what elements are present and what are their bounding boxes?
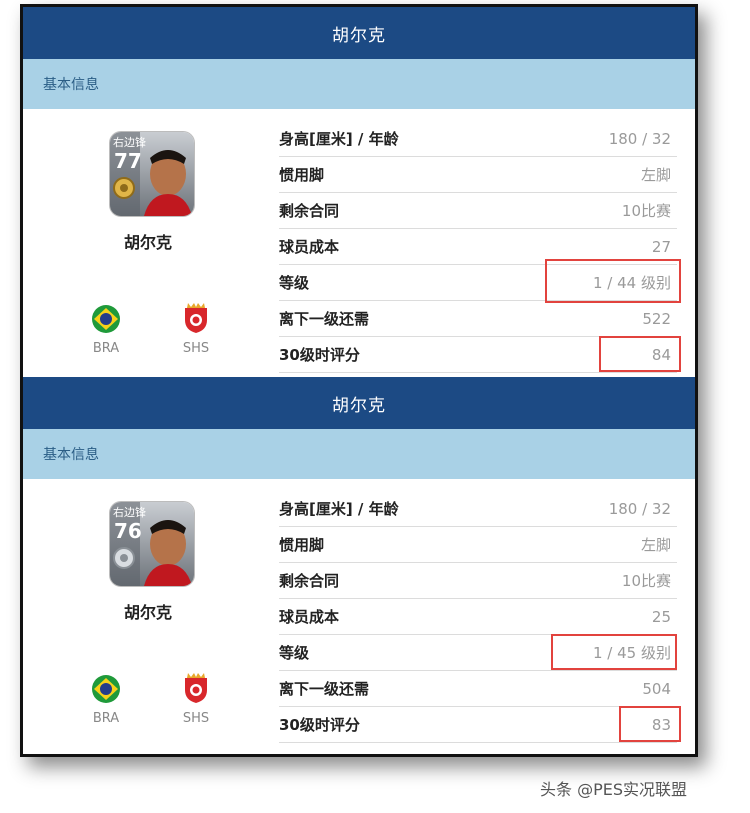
nation-code: BRA	[92, 341, 120, 356]
row-value: 10比赛	[621, 202, 671, 220]
table-row: 剩余合同 10比赛	[279, 193, 677, 229]
table-row: 身高[厘米] / 年龄 180 / 32	[279, 491, 677, 527]
player-card-image[interactable]: 右边锋 77	[109, 131, 195, 217]
table-row: 离下一级还需 504	[279, 671, 677, 707]
row-label: 离下一级还需	[279, 680, 370, 698]
section-header-basic-info[interactable]: 基本信息	[23, 429, 695, 479]
highlight-box	[619, 706, 681, 742]
highlight-box	[551, 634, 677, 670]
row-label: 剩余合同	[279, 572, 340, 590]
player-card-2: 胡尔克 基本信息 右边锋 76 胡尔克 BRA SHS 身高[厘米] / 年龄 …	[23, 377, 695, 747]
row-label: 球员成本	[279, 608, 340, 626]
row-label: 30级时评分	[279, 346, 360, 364]
row-label: 30级时评分	[279, 716, 360, 734]
table-row: 30级时评分 83	[279, 706, 681, 743]
row-value: 左脚	[640, 536, 671, 554]
row-value: 左脚	[640, 166, 671, 184]
row-value: 10比赛	[621, 572, 671, 590]
club-crest-icon	[185, 303, 207, 333]
row-label: 离下一级还需	[279, 310, 370, 328]
player-stats-table: 身高[厘米] / 年龄 180 / 32 惯用脚 左脚 剩余合同 10比赛 球员成本 2…	[279, 121, 681, 373]
screenshot-frame: 胡尔克 基本信息 右边锋 77 胡尔克 BRA SHS 身高[厘米] / 年龄 …	[20, 4, 698, 757]
player-card-1: 胡尔克 基本信息 右边锋 77 胡尔克 BRA SHS 身高[厘米] / 年龄 …	[23, 7, 695, 377]
position-label: 右边锋	[113, 505, 146, 519]
player-stats-table: 身高[厘米] / 年龄 180 / 32 惯用脚 左脚 剩余合同 10比赛 球员成本 2…	[279, 491, 681, 743]
row-label: 等级	[279, 644, 310, 662]
row-value: 180 / 32	[608, 499, 671, 518]
club-code: SHS	[182, 711, 210, 726]
player-summary: 右边锋 76 胡尔克 BRA SHS	[23, 479, 273, 747]
table-row: 离下一级还需 522	[279, 301, 677, 337]
row-label: 等级	[279, 274, 310, 292]
table-row: 30级时评分 84	[279, 336, 681, 373]
row-label: 剩余合同	[279, 202, 340, 220]
nation-code: BRA	[92, 711, 120, 726]
club-code: SHS	[182, 341, 210, 356]
table-row: 球员成本 25	[279, 599, 677, 635]
page-title: 胡尔克	[23, 377, 695, 429]
row-label: 身高[厘米] / 年龄	[279, 130, 399, 148]
player-summary: 右边锋 77 胡尔克 BRA SHS	[23, 109, 273, 377]
watermark-text: 头条 @PES实况联盟	[540, 780, 688, 799]
table-row: 身高[厘米] / 年龄 180 / 32	[279, 121, 677, 157]
card-body: 右边锋 77 胡尔克 BRA SHS 身高[厘米] / 年龄 180 / 32 …	[23, 109, 695, 377]
table-row: 惯用脚 左脚	[279, 157, 677, 193]
club-crest-icon	[185, 673, 207, 703]
row-value: 180 / 32	[608, 129, 671, 148]
row-value: 504	[642, 679, 671, 698]
table-row: 剩余合同 10比赛	[279, 563, 677, 599]
page-title: 胡尔克	[23, 7, 695, 59]
overall-rating: 76	[114, 519, 142, 543]
section-header-basic-info[interactable]: 基本信息	[23, 59, 695, 109]
row-value: 25	[651, 607, 671, 626]
overall-rating: 77	[114, 149, 142, 173]
card-body: 右边锋 76 胡尔克 BRA SHS 身高[厘米] / 年龄 180 / 32 …	[23, 479, 695, 747]
player-name: 胡尔克	[123, 603, 172, 622]
table-row: 惯用脚 左脚	[279, 527, 677, 563]
highlight-box	[545, 259, 681, 303]
brazil-flag-icon	[92, 675, 120, 703]
row-label: 惯用脚	[279, 166, 325, 184]
position-label: 右边锋	[113, 135, 146, 149]
table-row: 等级 1 / 44 级别	[279, 259, 681, 303]
highlight-box	[599, 336, 681, 372]
table-row: 等级 1 / 45 级别	[279, 634, 677, 671]
player-name: 胡尔克	[123, 233, 172, 252]
row-label: 惯用脚	[279, 536, 325, 554]
row-label: 身高[厘米] / 年龄	[279, 500, 399, 518]
row-value: 522	[642, 309, 671, 328]
row-value: 27	[651, 237, 671, 256]
row-label: 球员成本	[279, 238, 340, 256]
player-card-image[interactable]: 右边锋 76	[109, 501, 195, 587]
brazil-flag-icon	[92, 305, 120, 333]
